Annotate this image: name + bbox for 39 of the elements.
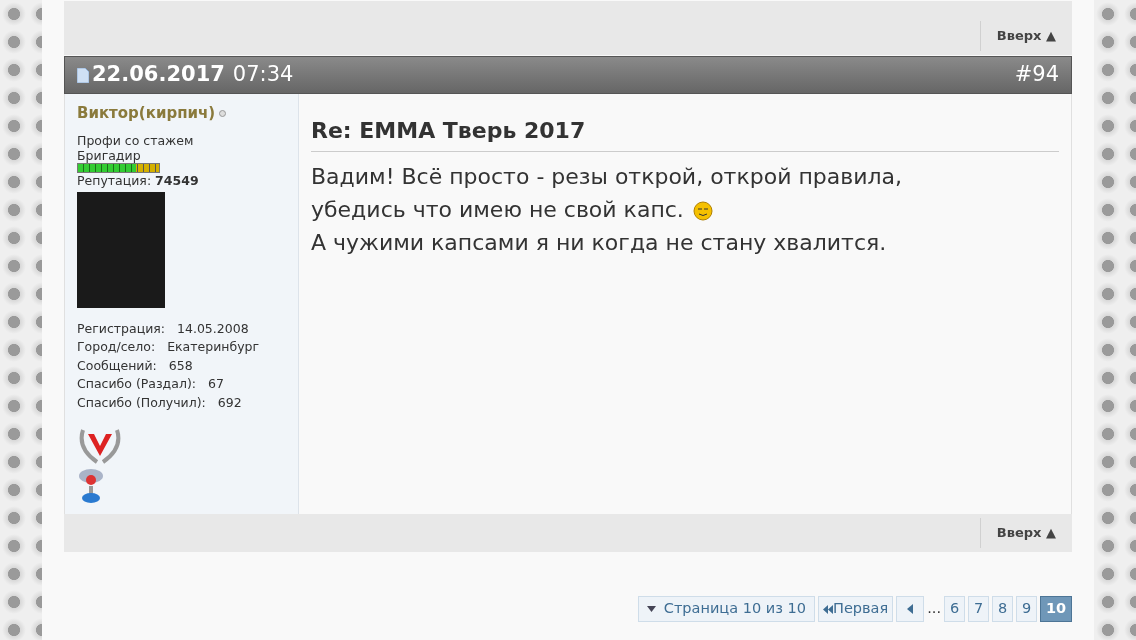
first-page-button[interactable]: Первая	[818, 596, 894, 622]
top-link[interactable]: Вверх ▲	[996, 523, 1056, 543]
double-left-arrow-icon	[823, 604, 833, 614]
page-number-button[interactable]: 7	[968, 596, 989, 622]
post-number: #94	[1014, 61, 1059, 89]
post-title: Re: EMMA Тверь 2017	[311, 114, 1059, 152]
detail-label: Спасибо (Получил):	[77, 394, 206, 410]
post-date: 22.06.2017	[92, 61, 225, 89]
reputation-value: 74549	[155, 172, 199, 188]
detail-value: 67	[208, 376, 224, 391]
detail-label: Спасибо (Раздал):	[77, 376, 196, 391]
page-number-button[interactable]: 8	[992, 596, 1013, 622]
user-rank: Бригадир	[77, 147, 142, 163]
user-title: Профи со стажем	[77, 132, 195, 148]
page-selector-button[interactable]: Страница 10 из 10	[637, 596, 815, 622]
reputation-label: Репутация:	[77, 172, 152, 188]
page-number-button[interactable]: 6	[944, 596, 965, 622]
top-link[interactable]: Вверх ▲	[996, 26, 1056, 46]
left-arrow-icon	[907, 604, 914, 614]
detail-value: 692	[217, 394, 242, 410]
message-text: убедись что имею не свой капс.	[311, 196, 684, 224]
detail-label: Сообщений:	[77, 357, 157, 373]
detail-label: Регистрация:	[77, 320, 166, 336]
document-icon	[77, 67, 89, 83]
detail-value: Екатеринбург	[167, 339, 260, 354]
detail-label: Город/село:	[77, 339, 156, 354]
detail-value: 658	[168, 357, 193, 373]
page-number-button[interactable]: 9	[1016, 596, 1037, 622]
previous-page-button[interactable]	[896, 596, 925, 622]
detail-value: 14.05.2008	[177, 320, 249, 336]
page-number-button[interactable]: 10	[1040, 596, 1072, 622]
smiley-icon	[691, 198, 714, 221]
trophy-icon	[77, 468, 105, 504]
message-text: А чужими капсами я ни когда не стану хвалится.	[311, 229, 887, 257]
caret-down-icon	[646, 606, 656, 612]
message-text: Вадим! Всё просто - резы открой, открой правила,	[311, 163, 903, 191]
ellipsis: ...	[927, 599, 941, 619]
post-time: 07:34	[232, 61, 294, 89]
username-link[interactable]: Виктор(кирпич)	[77, 102, 216, 125]
